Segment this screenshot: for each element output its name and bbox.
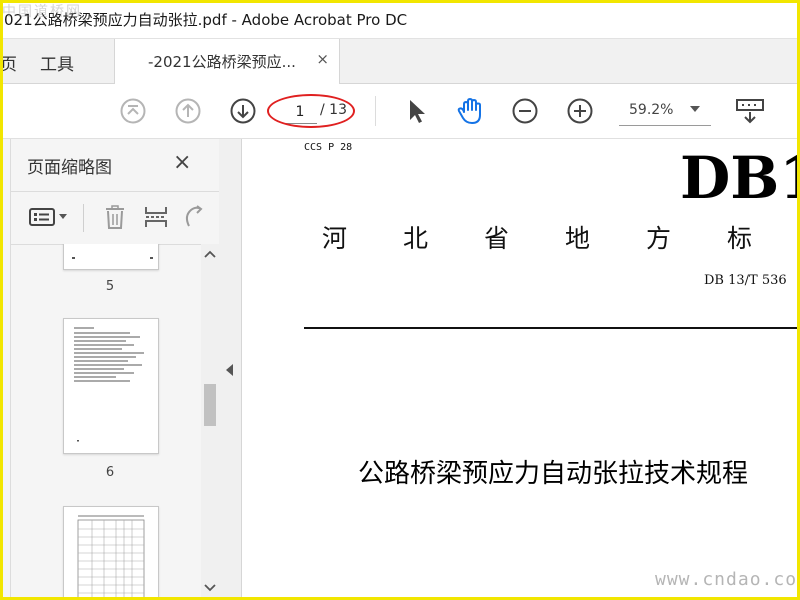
delete-page-icon[interactable] (103, 204, 127, 230)
menu-bar: 页 工具 -2021公路桥梁预应... × (0, 39, 800, 84)
panel-title: 页面缩略图 (27, 158, 112, 178)
thumbnails-panel: 页面缩略图 × 5 6 (11, 139, 220, 600)
panel-toolbar (11, 191, 219, 245)
toolbar-divider (375, 96, 376, 126)
chevron-down-icon[interactable] (59, 214, 67, 219)
tab-document[interactable]: -2021公路桥梁预应... × (114, 39, 340, 84)
chevron-down-icon[interactable] (690, 106, 700, 112)
thumbnail-page-6[interactable] (63, 318, 159, 454)
thumbnail-list: 5 6 (11, 244, 201, 600)
watermark-bottom: www.cndao.com (655, 569, 800, 590)
page-preview (74, 327, 144, 442)
thumbnail-label: 5 (105, 279, 115, 294)
tab-tools[interactable]: 工具 (40, 50, 74, 75)
province-standard-line: 河北省地方标 (322, 224, 800, 253)
thumbnail-label: 6 (105, 465, 115, 480)
title-bar: 021公路桥梁预应力自动张拉.pdf - Adobe Acrobat Pro D… (0, 0, 800, 39)
close-panel-icon[interactable]: × (173, 150, 191, 175)
header-rule (304, 327, 800, 329)
scrollbar-thumb[interactable] (204, 384, 216, 426)
panel-collapse-strip[interactable] (219, 139, 242, 600)
close-tab-icon[interactable]: × (316, 50, 329, 68)
collapse-panel-icon[interactable] (226, 364, 233, 376)
toolbar: 1 / 13 59.2% (0, 84, 800, 139)
tab-home[interactable]: 页 (0, 50, 17, 75)
classification-code: CCS P 28 (304, 142, 353, 153)
previous-page-icon[interactable] (173, 96, 203, 126)
scroll-up-icon[interactable] (204, 250, 216, 258)
zoom-out-icon[interactable] (510, 96, 540, 126)
options-menu-icon[interactable] (29, 206, 55, 228)
document-tab-label: -2021公路桥梁预应... (148, 53, 296, 71)
thumbnail-page-5[interactable] (63, 244, 159, 270)
rotate-page-icon[interactable] (181, 204, 205, 230)
document-view[interactable]: CCS P 28 DB1 河北省地方标 DB 13/T 536 公路桥梁预应力自… (242, 139, 800, 600)
navigation-rail (0, 139, 11, 600)
scroll-mode-icon[interactable] (734, 96, 766, 126)
insert-page-icon[interactable] (143, 204, 169, 230)
first-page-icon[interactable] (118, 96, 148, 126)
watermark-top: 中国道桥网 (2, 4, 82, 20)
thumbnail-page-7[interactable] (63, 506, 159, 600)
thumbnail-scrollbar[interactable] (201, 244, 219, 600)
standard-number: DB 13/T 536 (704, 273, 787, 288)
scroll-down-icon[interactable] (204, 584, 216, 592)
next-page-icon[interactable] (228, 96, 258, 126)
document-heading: 公路桥梁预应力自动张拉技术规程 (358, 459, 749, 489)
select-cursor-icon[interactable] (402, 96, 432, 126)
zoom-in-icon[interactable] (565, 96, 595, 126)
hand-tool-icon[interactable] (455, 96, 485, 126)
page-preview (77, 515, 145, 600)
toolbar-divider (83, 204, 84, 232)
standard-mark: DB1 (680, 144, 800, 212)
highlight-annotation (267, 94, 355, 128)
